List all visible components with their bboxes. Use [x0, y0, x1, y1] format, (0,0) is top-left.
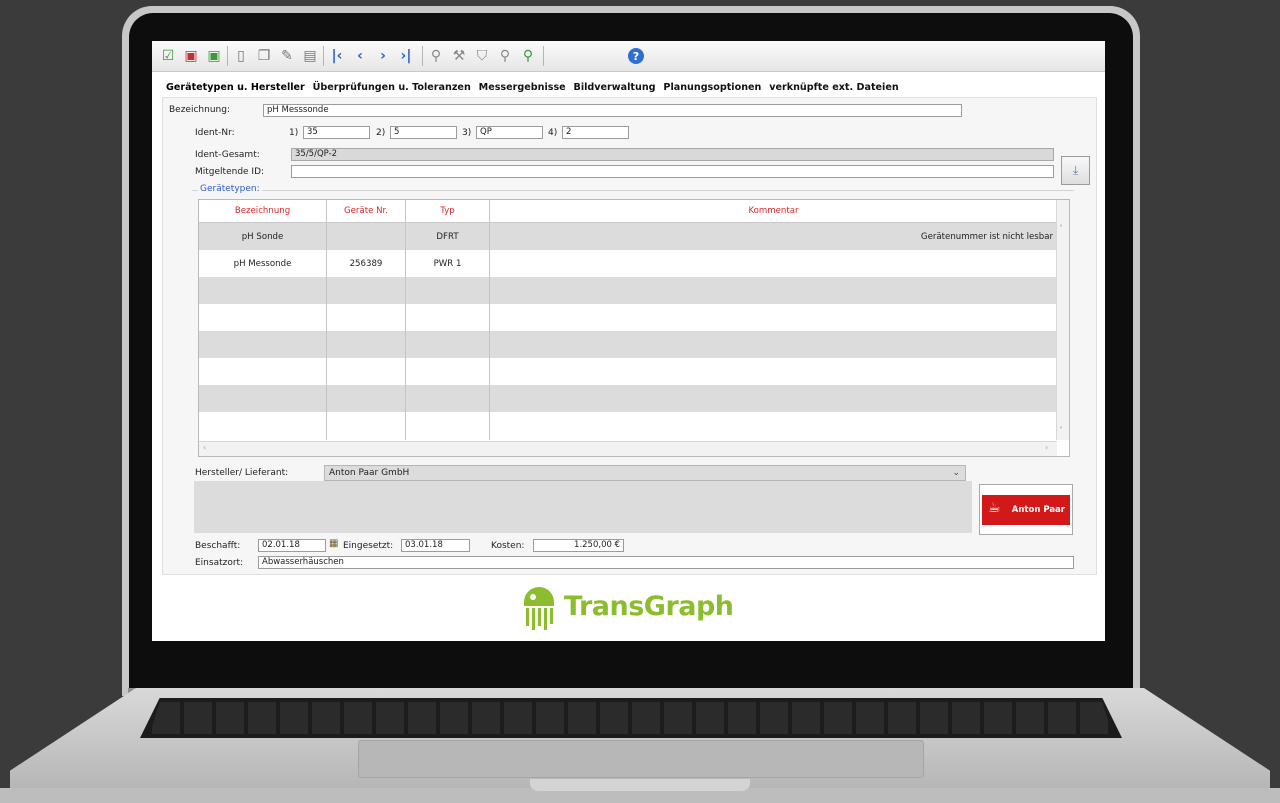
beschafft-input[interactable]: 02.01.18: [258, 539, 326, 552]
col-geraete-nr[interactable]: Geräte Nr.: [327, 206, 405, 216]
ident-gesamt-field: 35/5/QP-2: [291, 148, 1054, 161]
table-row-empty[interactable]: [199, 358, 1057, 385]
col-typ[interactable]: Typ: [406, 206, 489, 216]
ident-4-prefix: 4): [548, 128, 558, 138]
table-row-empty[interactable]: [199, 385, 1057, 412]
filter-icon[interactable]: ⛉: [473, 47, 491, 65]
zoom-icon[interactable]: ⚲: [496, 47, 514, 65]
scroll-up-icon[interactable]: ˄: [1059, 224, 1063, 233]
laptop-notch: [530, 779, 750, 791]
cell-typ: PWR 1: [433, 259, 462, 269]
col-kommentar[interactable]: Kommentar: [490, 206, 1057, 216]
search-icon[interactable]: ⚲: [427, 47, 445, 65]
tab-messergebnisse[interactable]: Messergebnisse: [479, 82, 566, 93]
geraetetypen-table: Bezeichnung Geräte Nr. Typ Kommentar pH …: [198, 199, 1070, 457]
logo-banner: ☕ Anton Paar: [982, 495, 1070, 525]
jellyfish-icon: [520, 582, 558, 630]
table-row-empty[interactable]: [199, 304, 1057, 331]
col-divider: [489, 200, 490, 440]
help-icon[interactable]: ?: [628, 48, 644, 64]
first-record-icon[interactable]: |‹: [328, 47, 346, 65]
col-divider: [326, 200, 327, 440]
find-icon[interactable]: ⚲: [519, 47, 537, 65]
table-row-empty[interactable]: [199, 412, 1057, 439]
tab-planungsoptionen[interactable]: Planungsoptionen: [663, 82, 761, 93]
eingesetzt-label: Eingesetzt:: [343, 541, 394, 551]
confirm-icon[interactable]: ▣: [205, 47, 223, 65]
hersteller-details-panel: [194, 481, 972, 533]
cell-bezeichnung: pH Sonde: [241, 232, 284, 242]
ident-1-input[interactable]: 35: [303, 126, 370, 139]
ident-4-input[interactable]: 2: [562, 126, 629, 139]
transgraph-logo: TransGraph: [520, 581, 734, 631]
edit-doc-icon[interactable]: ✎: [278, 47, 296, 65]
kosten-input[interactable]: 1.250,00 €: [533, 539, 624, 552]
mitgeltende-label: Mitgeltende ID:: [195, 167, 265, 177]
toolbar: ☑ ▣ ▣ ▯ ❐ ✎ ▤ |‹ ‹ › ›| ⚲ ⚒ ⛉ ⚲ ⚲ ?: [152, 41, 1105, 72]
ident-3-input[interactable]: QP: [476, 126, 543, 139]
delete-icon[interactable]: ▣: [182, 47, 200, 65]
logo-text: Anton Paar: [1011, 505, 1065, 515]
mitgeltende-input[interactable]: [291, 165, 1054, 178]
scroll-down-icon[interactable]: ˅: [1059, 426, 1063, 435]
horizontal-scrollbar[interactable]: ‹ ›: [199, 441, 1057, 456]
ident-label: Ident-Nr:: [195, 128, 235, 138]
ident-2-input[interactable]: 5: [390, 126, 457, 139]
tools-icon[interactable]: ⚒: [450, 47, 468, 65]
tab-ueberpruefungen[interactable]: Überprüfungen u. Toleranzen: [313, 82, 471, 93]
app-screen: ☑ ▣ ▣ ▯ ❐ ✎ ▤ |‹ ‹ › ›| ⚲ ⚒ ⛉ ⚲ ⚲ ? Gerä…: [152, 41, 1105, 641]
new-doc-icon[interactable]: ▯: [232, 47, 250, 65]
geraetetypen-legend: Gerätetypen:: [198, 184, 262, 194]
save-check-icon[interactable]: ☑: [159, 47, 177, 65]
col-bezeichnung[interactable]: Bezeichnung: [199, 206, 326, 216]
bezeichnung-label: Bezeichnung:: [169, 105, 230, 115]
ident-2-prefix: 2): [376, 128, 386, 138]
einsatzort-input[interactable]: Abwasserhäuschen: [258, 556, 1074, 569]
chevron-down-icon[interactable]: ⌄: [952, 466, 960, 480]
ident-gesamt-label: Ident-Gesamt:: [195, 150, 260, 160]
last-record-icon[interactable]: ›|: [397, 47, 415, 65]
cell-kommentar: Gerätenummer ist nicht lesbar: [920, 232, 1053, 242]
eingesetzt-input[interactable]: 03.01.18: [401, 539, 470, 552]
hersteller-value: Anton Paar GmbH: [329, 468, 410, 478]
table-header: Bezeichnung Geräte Nr. Typ Kommentar: [199, 200, 1057, 223]
table-row-empty[interactable]: [199, 277, 1057, 304]
manufacturer-logo: ☕ Anton Paar: [979, 484, 1073, 535]
copy-doc-icon[interactable]: ❐: [255, 47, 273, 65]
hersteller-select[interactable]: Anton Paar GmbH ⌄: [324, 465, 966, 481]
download-icon: ⤓: [1072, 163, 1079, 177]
cell-geraete-nr: 256389: [349, 259, 383, 269]
tab-geraetetypen[interactable]: Gerätetypen u. Hersteller: [166, 82, 305, 93]
table-row-empty[interactable]: [199, 331, 1057, 358]
scroll-left-icon[interactable]: ‹: [203, 443, 206, 452]
table-row[interactable]: pH Sonde DFRT Gerätenummer ist nicht les…: [199, 223, 1057, 250]
tab-bar: Gerätetypen u. Hersteller Überprüfungen …: [166, 82, 904, 96]
kosten-label: Kosten:: [491, 541, 525, 551]
next-record-icon[interactable]: ›: [374, 47, 392, 65]
einsatzort-label: Einsatzort:: [195, 558, 244, 568]
cell-typ: DFRT: [436, 232, 459, 242]
trackpad: [358, 740, 924, 778]
bezeichnung-input[interactable]: pH Messsonde: [263, 104, 962, 117]
vertical-scrollbar[interactable]: ˄ ˅: [1056, 200, 1069, 440]
brand-name: TransGraph: [564, 590, 734, 622]
calendar-icon[interactable]: ▦: [329, 538, 338, 549]
keyboard-keys: [150, 702, 1112, 734]
scroll-right-icon[interactable]: ›: [1045, 443, 1048, 452]
print-doc-icon[interactable]: ▤: [301, 47, 319, 65]
ident-1-prefix: 1): [289, 128, 299, 138]
hersteller-label: Hersteller/ Lieferant:: [195, 468, 289, 478]
table-row[interactable]: pH Messonde 256389 PWR 1: [199, 250, 1057, 277]
fieldset-divider: [192, 190, 1074, 191]
download-button[interactable]: ⤓: [1061, 156, 1090, 185]
logo-cup-icon: ☕: [988, 500, 1001, 516]
tab-bildverwaltung[interactable]: Bildverwaltung: [574, 82, 656, 93]
ident-3-prefix: 3): [462, 128, 472, 138]
prev-record-icon[interactable]: ‹: [351, 47, 369, 65]
tab-verknuepfte-dateien[interactable]: verknüpfte ext. Dateien: [769, 82, 898, 93]
col-divider: [405, 200, 406, 440]
cell-bezeichnung: pH Messonde: [233, 259, 292, 269]
beschafft-label: Beschafft:: [195, 541, 241, 551]
